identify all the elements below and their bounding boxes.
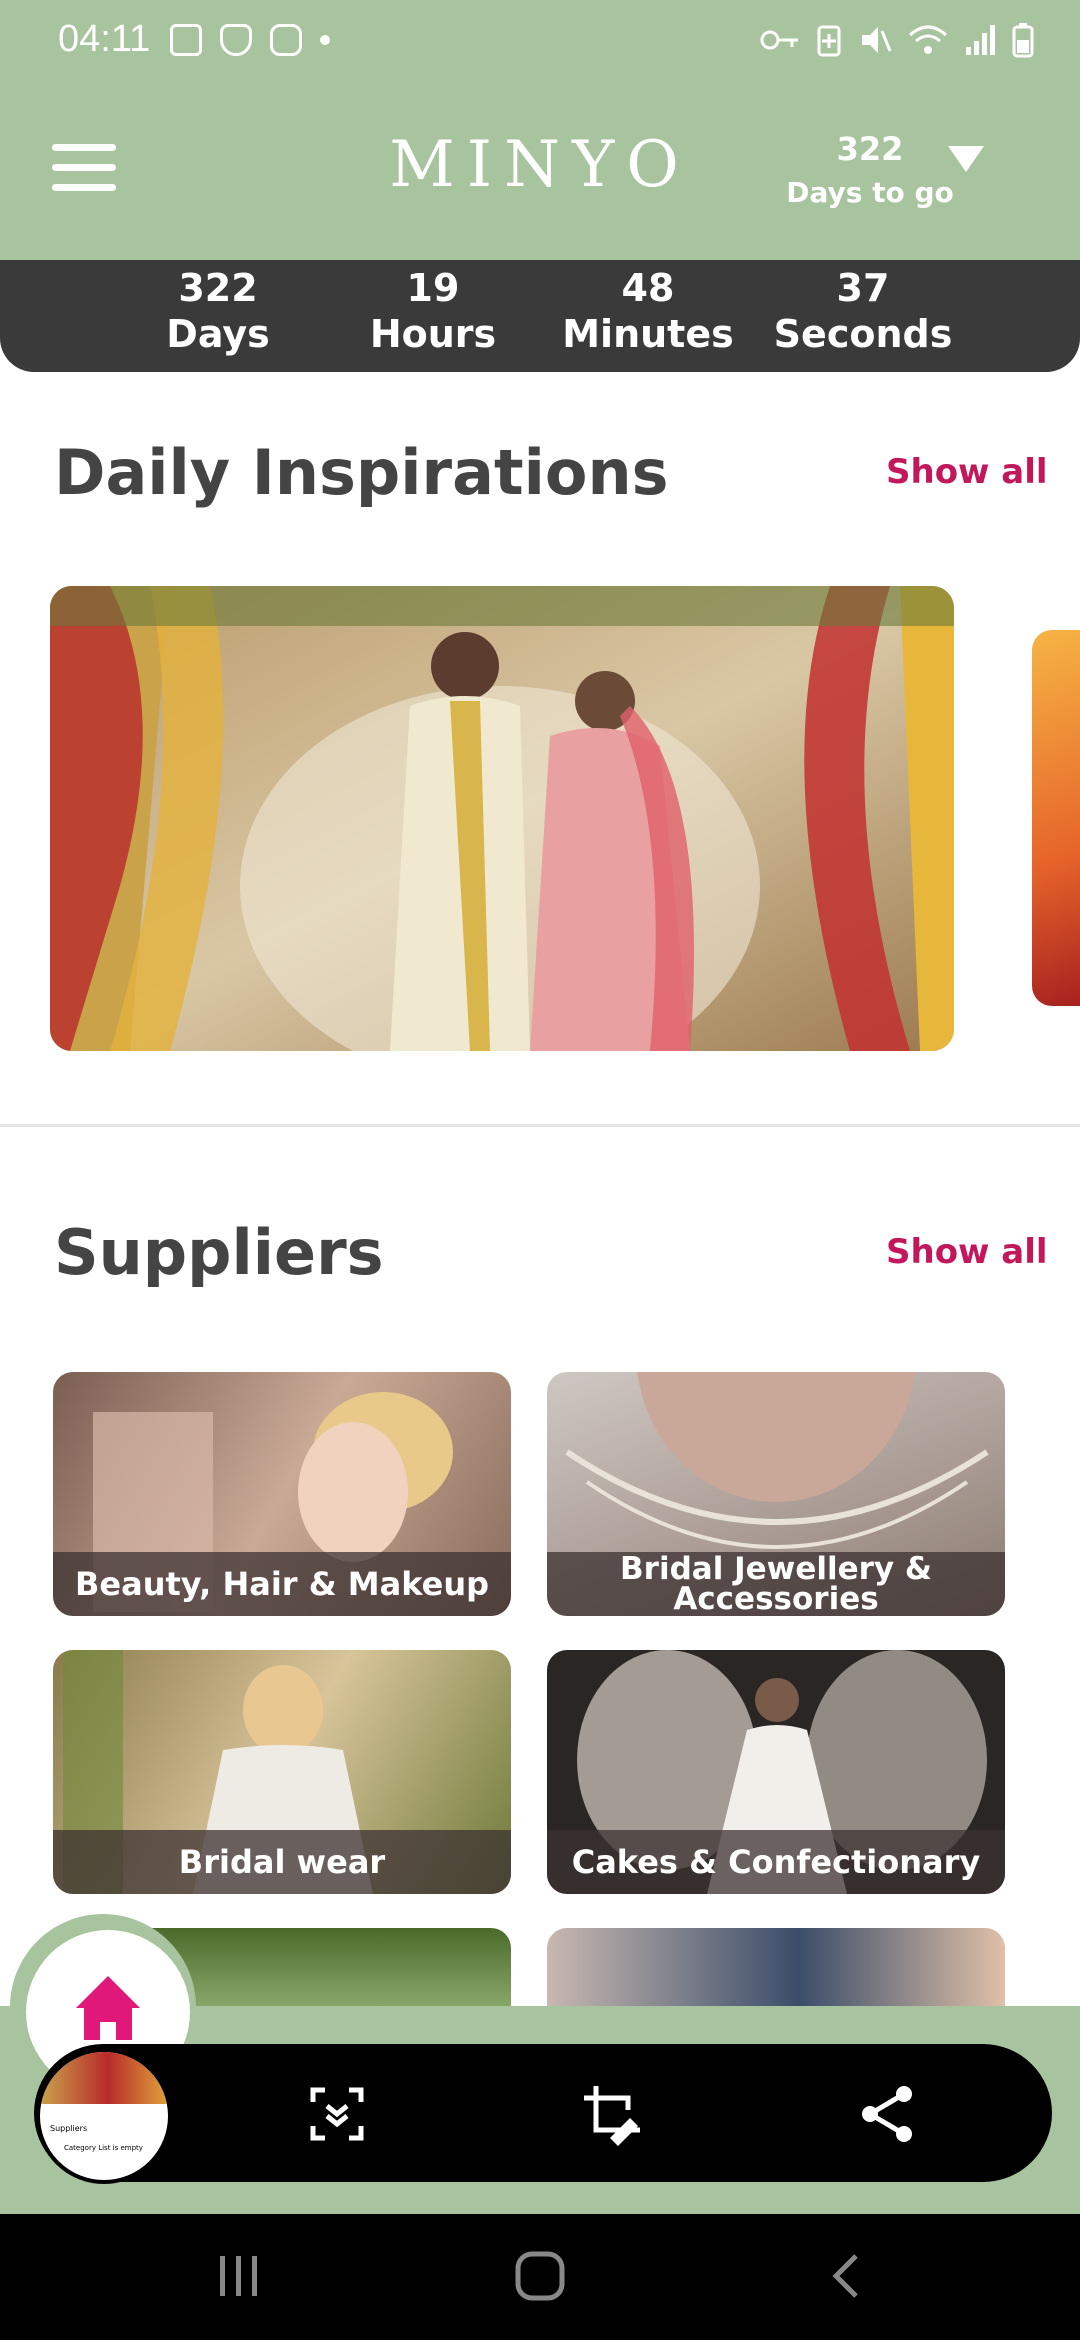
status-time: 04:11	[58, 18, 151, 60]
wifi-icon	[909, 25, 947, 54]
supplier-tile-bridal-wear[interactable]: Bridal wear	[53, 1650, 511, 1894]
shield-icon	[220, 24, 252, 56]
instagram-icon	[270, 24, 302, 56]
section-divider	[0, 1124, 1080, 1127]
countdown-value: 322	[178, 266, 258, 310]
suppliers-title: Suppliers	[54, 1216, 384, 1289]
share-icon[interactable]	[856, 2082, 920, 2146]
countdown-seconds: 37 Seconds	[758, 260, 968, 356]
countdown-label: Days	[166, 312, 270, 356]
mute-icon	[862, 27, 892, 53]
wedding-couple-photo	[50, 586, 954, 1051]
countdown-days: 322 Days	[113, 260, 323, 356]
countdown-value: 19	[406, 266, 460, 310]
signal-icon	[966, 25, 995, 55]
supplier-tile-label: Cakes & Confectionary	[547, 1830, 1005, 1894]
status-icons-right	[760, 20, 1034, 60]
countdown-bar: 322 Days 19 Hours 48 Minutes 37 Seconds	[0, 260, 1080, 372]
key-icon	[760, 30, 798, 50]
countdown-label: Seconds	[773, 312, 953, 356]
scroll-capture-icon[interactable]	[305, 2082, 369, 2146]
recent-apps-icon[interactable]	[216, 2252, 264, 2300]
screenshot-thumbnail[interactable]: Suppliers Category List is empty	[36, 2048, 172, 2184]
countdown-value: 48	[621, 266, 675, 310]
countdown-label: Hours	[369, 312, 497, 356]
countdown-label: Minutes	[562, 312, 734, 356]
suppliers-show-all-link[interactable]: Show all	[886, 1232, 1048, 1272]
next-inspiration-card[interactable]	[1032, 630, 1080, 1006]
supplier-tile-label: Bridal Jewellery & Accessories	[547, 1552, 1005, 1616]
thumbnail-preview-image	[40, 2052, 168, 2104]
supplier-tile-label: Bridal wear	[53, 1830, 511, 1894]
thumbnail-empty-text: Category List is empty	[64, 2144, 143, 2152]
app-logo: MINYO	[389, 128, 691, 202]
inspirations-title: Daily Inspirations	[54, 436, 669, 509]
countdown-value: 37	[836, 266, 890, 310]
inspirations-show-all-link[interactable]: Show all	[886, 452, 1048, 492]
supplier-tile-jewellery[interactable]: Bridal Jewellery & Accessories	[547, 1372, 1005, 1616]
edit-crop-icon[interactable]	[580, 2082, 644, 2146]
days-to-go-label[interactable]: Days to go	[780, 176, 960, 209]
status-icons-left	[170, 20, 330, 60]
countdown-hours: 19 Hours	[328, 260, 538, 356]
menu-icon-bar	[52, 164, 116, 171]
supplier-tile-beauty[interactable]: Beauty, Hair & Makeup	[53, 1372, 511, 1616]
back-icon[interactable]	[826, 2252, 866, 2300]
battery-saver-icon	[817, 25, 841, 57]
supplier-tile-partial-2[interactable]	[547, 1928, 1005, 2008]
battery-icon	[1012, 23, 1034, 58]
image-icon	[170, 24, 202, 56]
home-system-icon[interactable]	[514, 2250, 566, 2302]
menu-button[interactable]	[52, 140, 116, 194]
menu-icon	[52, 144, 116, 151]
supplier-tile-cakes[interactable]: Cakes & Confectionary	[547, 1650, 1005, 1894]
days-to-go-number[interactable]: 322	[780, 130, 960, 168]
thumbnail-title: Suppliers	[50, 2124, 88, 2133]
dropdown-caret-icon[interactable]	[948, 146, 984, 172]
menu-icon-bar	[52, 184, 116, 191]
dot-icon	[320, 35, 330, 45]
countdown-minutes: 48 Minutes	[543, 260, 753, 356]
supplier-tile-label: Beauty, Hair & Makeup	[53, 1552, 511, 1616]
inspiration-card-image[interactable]	[50, 586, 954, 1051]
system-navigation-bar	[0, 2214, 1080, 2340]
